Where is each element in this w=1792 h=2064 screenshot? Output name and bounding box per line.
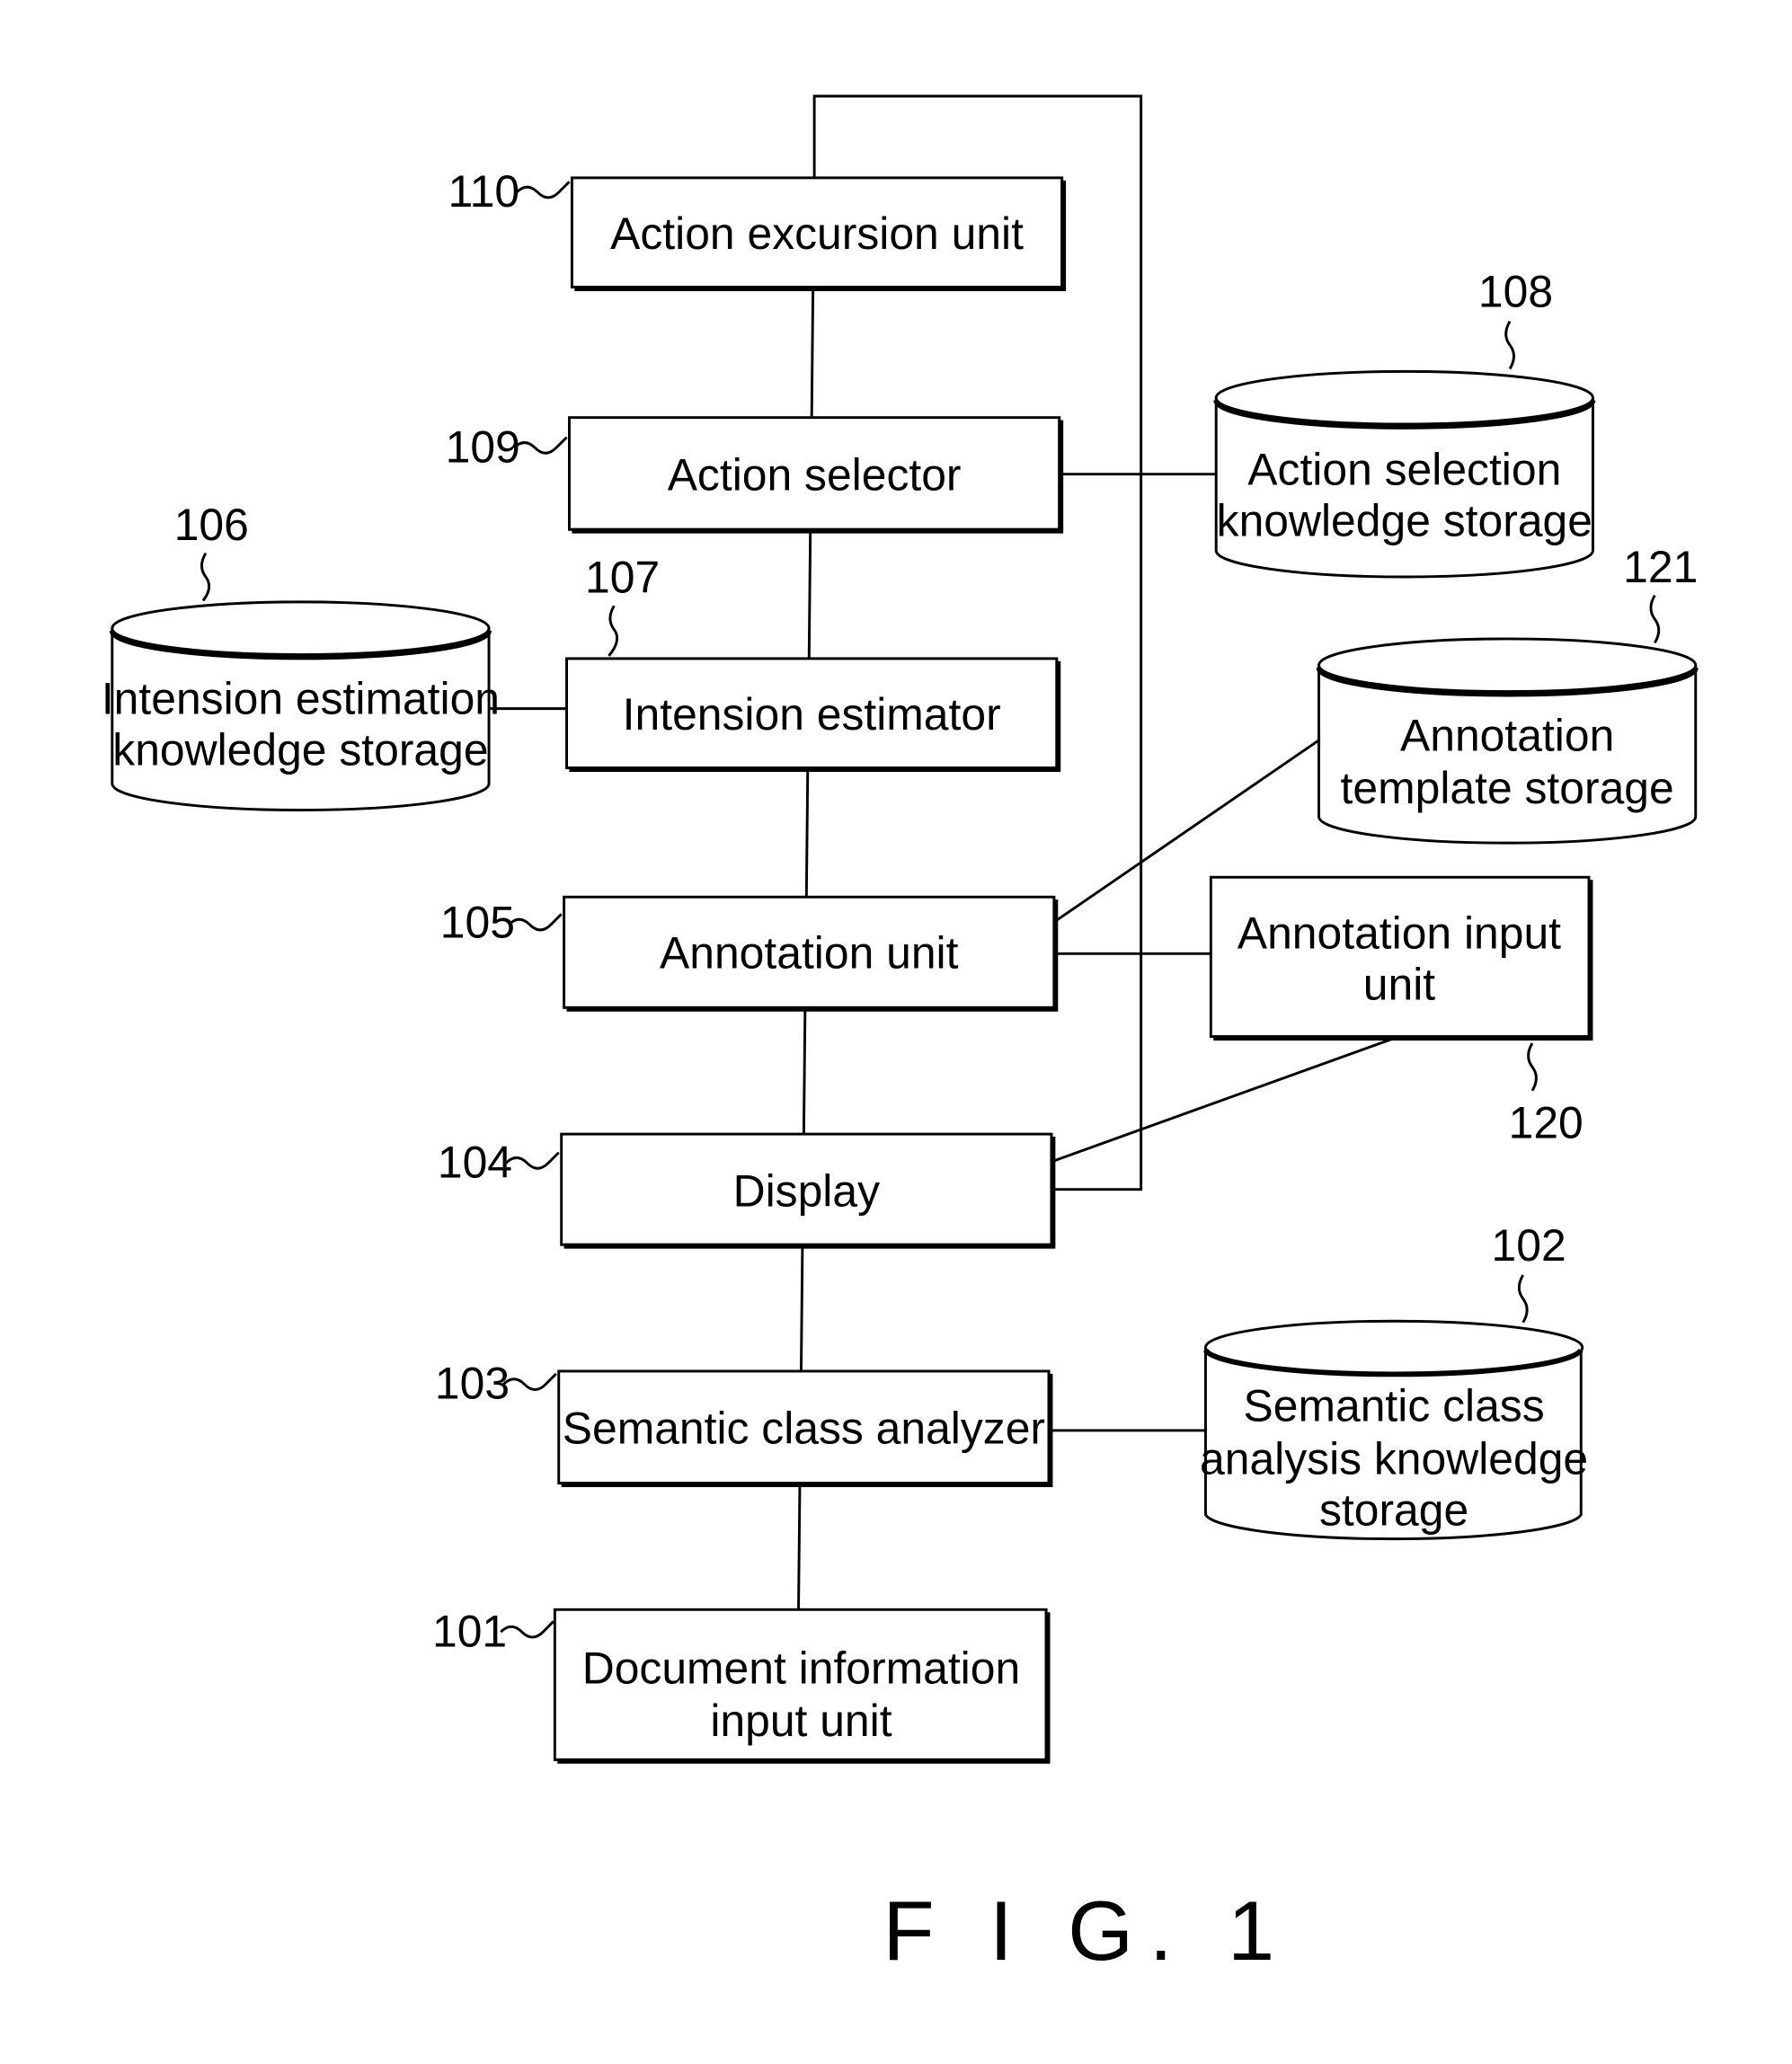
leader-110 — [515, 181, 571, 199]
ref-104: 104 — [438, 1137, 512, 1187]
link-109-107 — [807, 529, 812, 659]
storage-121-label-line2: template storage — [1341, 763, 1674, 813]
unit-109-label: Action selector — [668, 449, 962, 500]
unit-103: Semantic class analyzer 103 — [435, 1359, 1053, 1487]
storage-106-label-line1: Intension estimation — [102, 673, 500, 723]
leader-109 — [512, 436, 568, 455]
ref-121: 121 — [1623, 542, 1698, 592]
leader-103 — [502, 1372, 557, 1391]
leader-101 — [500, 1620, 554, 1639]
ref-107: 107 — [585, 553, 660, 603]
unit-105-label: Annotation unit — [660, 927, 959, 978]
ref-110: 110 — [448, 166, 519, 217]
unit-109: Action selector 109 — [446, 416, 1064, 534]
unit-101-label-line1: Document information — [582, 1643, 1020, 1693]
ref-106: 106 — [174, 500, 249, 550]
link-104-120 — [1051, 1038, 1392, 1164]
leader-107 — [608, 605, 619, 657]
unit-120-label-line2: unit — [1363, 960, 1435, 1010]
leader-106 — [200, 552, 211, 602]
unit-104-label: Display — [733, 1166, 880, 1217]
unit-103-label: Semantic class analyzer — [563, 1404, 1045, 1454]
ref-105: 105 — [440, 898, 515, 948]
unit-110: Action excursion unit 110 — [448, 166, 1067, 291]
unit-101-label-line2: input unit — [710, 1696, 892, 1746]
unit-107: Intension estimator 107 — [565, 553, 1061, 772]
storage-108: Action selection knowledge storage 108 — [1213, 267, 1596, 579]
block-diagram: Action excursion unit 110 Action selecto… — [102, 94, 1699, 1978]
storage-102: Semantic class analysis knowledge storag… — [1200, 1220, 1588, 1541]
link-107-105 — [804, 767, 810, 898]
link-103-101 — [797, 1483, 802, 1610]
storage-108-label-line2: knowledge storage — [1217, 496, 1592, 546]
unit-120-label-line1: Annotation input — [1238, 908, 1561, 958]
unit-107-label: Intension estimator — [623, 689, 1001, 740]
leader-120 — [1527, 1042, 1538, 1092]
unit-104: Display 104 — [438, 1132, 1056, 1249]
leader-102 — [1517, 1274, 1529, 1324]
storage-102-label-line3: storage — [1319, 1484, 1468, 1535]
ref-109: 109 — [446, 422, 520, 473]
storage-106: Intension estimation knowledge storage 1… — [102, 500, 500, 811]
ref-120: 120 — [1509, 1098, 1584, 1148]
unit-110-label: Action excursion unit — [610, 208, 1024, 259]
unit-105: Annotation unit 105 — [440, 895, 1059, 1012]
figure-caption: F I G. 1 — [883, 1883, 1290, 1978]
leader-108 — [1504, 320, 1515, 370]
ref-102: 102 — [1492, 1220, 1566, 1271]
storage-102-label-line1: Semantic class — [1244, 1381, 1545, 1431]
ref-101: 101 — [432, 1606, 507, 1656]
storage-106-label-line2: knowledge storage — [112, 725, 488, 775]
link-104-103 — [799, 1245, 804, 1371]
storage-121: Annotation template storage 121 — [1316, 542, 1699, 845]
leader-105 — [508, 913, 563, 932]
ref-108: 108 — [1478, 267, 1553, 317]
storage-121-label-line1: Annotation — [1400, 711, 1614, 761]
unit-120: Annotation input unit 120 — [1209, 875, 1593, 1148]
storage-108-label-line1: Action selection — [1247, 444, 1561, 494]
leader-104 — [505, 1151, 560, 1170]
ref-103: 103 — [435, 1359, 510, 1409]
unit-101: Document information input unit 101 — [432, 1606, 1051, 1764]
link-105-104 — [802, 1007, 807, 1135]
leader-121 — [1649, 594, 1661, 644]
storage-102-label-line2: analysis knowledge — [1200, 1433, 1588, 1484]
